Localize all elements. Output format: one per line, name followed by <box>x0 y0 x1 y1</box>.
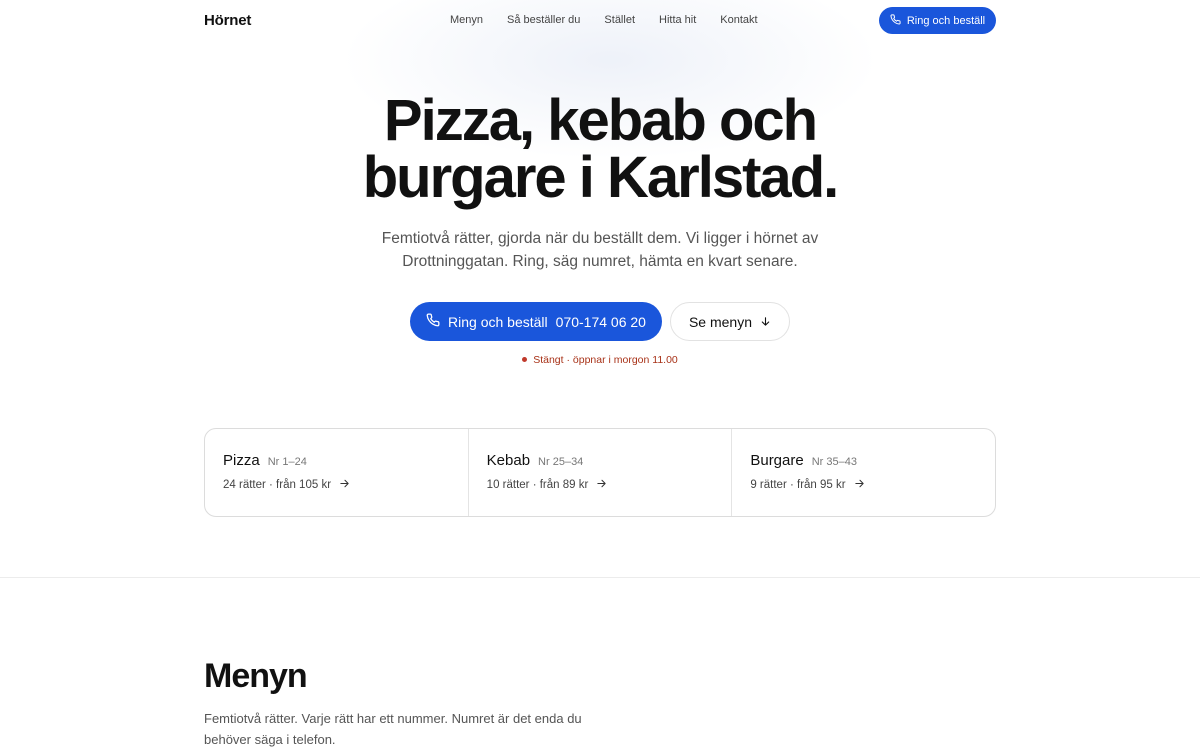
category-info: 9 rätter · från 95 kr <box>750 479 846 491</box>
category-range: Nr 1–24 <box>267 456 307 468</box>
main-nav: Menyn Så beställer du Stället Hitta hit … <box>450 14 782 26</box>
header-call-label: Ring och beställ <box>906 14 986 27</box>
menu-section-text: Femtiotvå rätter. Varje rätt har ett num… <box>204 711 582 747</box>
hero-title: Pizza, kebab och burgare i Karlstad. <box>0 92 1200 207</box>
status-text: Stängt · öppnar i morgon 11.00 <box>533 354 678 366</box>
hero-subtitle: Femtiotvå rätter, gjorda när du beställt… <box>381 230 819 270</box>
category-name: Burgare <box>750 452 804 469</box>
category-range: Nr 35–43 <box>811 456 857 468</box>
arrow-down-icon <box>760 314 771 330</box>
category-info: 10 rätter · från 89 kr <box>486 479 589 491</box>
nav-item-stallet[interactable]: Stället <box>604 14 635 26</box>
hero-title-line-2: burgare i Karlstad. <box>362 145 839 210</box>
phone-icon <box>426 313 448 330</box>
phone-icon <box>890 13 901 28</box>
menu-section-title: Menyn <box>204 657 308 695</box>
site-header: Hörnet Menyn Så beställer du Stället Hit… <box>0 0 1200 42</box>
header-call-button[interactable]: Ring och beställ <box>879 7 996 34</box>
see-menu-button[interactable]: Se menyn <box>670 302 790 341</box>
category-card-pizza[interactable]: Pizza Nr 1–24 24 rätter · från 105 kr <box>205 429 469 516</box>
category-range: Nr 25–34 <box>538 456 584 468</box>
call-order-label: Ring och beställ <box>448 313 548 330</box>
category-card-burgare[interactable]: Burgare Nr 35–43 9 rätter · från 95 kr <box>732 429 995 516</box>
arrow-right-icon <box>331 478 350 492</box>
nav-item-hitta-hit[interactable]: Hitta hit <box>659 14 696 26</box>
opening-status: Stängt · öppnar i morgon 11.00 <box>0 354 1200 366</box>
call-order-button[interactable]: Ring och beställ 070-174 06 20 <box>410 302 662 341</box>
logo[interactable]: Hörnet <box>204 12 251 29</box>
category-info: 24 rätter · från 105 kr <box>223 479 332 491</box>
nav-item-bestall[interactable]: Så beställer du <box>507 14 580 26</box>
arrow-right-icon <box>846 478 865 492</box>
arrow-right-icon <box>588 478 607 492</box>
phone-number: 070-174 06 20 <box>555 313 646 330</box>
category-name: Pizza <box>223 452 260 469</box>
section-divider <box>0 577 1200 578</box>
category-cards: Pizza Nr 1–24 24 rätter · från 105 kr Ke… <box>204 428 996 517</box>
see-menu-label: Se menyn <box>688 313 753 330</box>
nav-item-kontakt[interactable]: Kontakt <box>720 14 757 26</box>
status-dot-icon <box>522 357 528 362</box>
nav-item-menyn[interactable]: Menyn <box>450 14 483 26</box>
hero-title-line-1: Pizza, kebab och <box>383 88 818 153</box>
category-card-kebab[interactable]: Kebab Nr 25–34 10 rätter · från 89 kr <box>469 429 733 516</box>
category-name: Kebab <box>486 452 531 469</box>
